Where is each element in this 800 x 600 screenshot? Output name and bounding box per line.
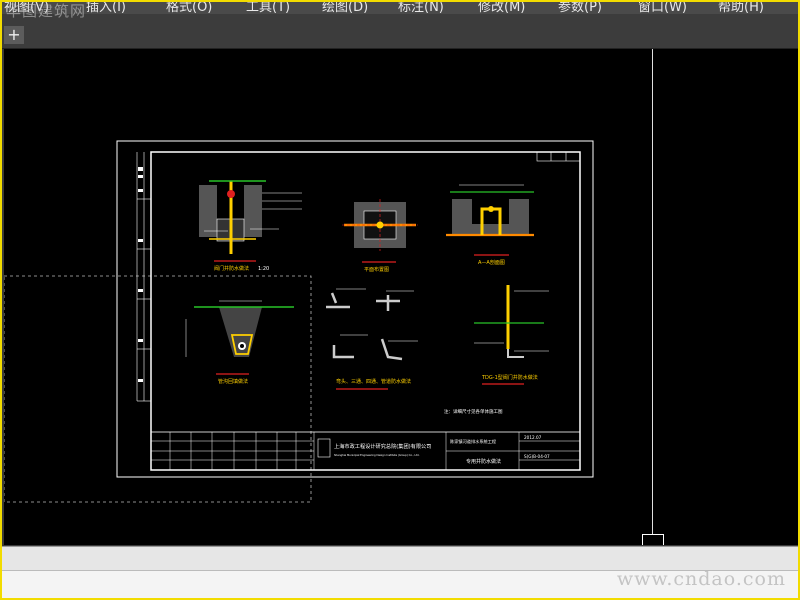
svg-text:TDG-1型阀门井防水做法: TDG-1型阀门井防水做法 — [481, 374, 538, 381]
svg-text:管沟回填做法: 管沟回填做法 — [218, 378, 248, 385]
svg-text:S(G)B-04-07: S(G)B-04-07 — [524, 454, 550, 459]
drawing-canvas[interactable]: 阀门井防水做法 1:20 平面布置图 A—A剖面图 管沟回填做法 弯头、三通、四… — [4, 49, 798, 545]
menu-help[interactable]: 帮助(H) — [718, 0, 764, 14]
svg-text:A—A剖面图: A—A剖面图 — [478, 259, 505, 266]
detail-trench-backfill: 管沟回填做法 — [185, 300, 294, 385]
menu-format[interactable]: 格式(O) — [166, 0, 212, 14]
selection-window — [4, 275, 312, 503]
cursor-pickbox — [642, 534, 664, 545]
menu-dimension[interactable]: 标注(N) — [398, 0, 444, 14]
svg-text:阀门井防水做法: 阀门井防水做法 — [214, 265, 249, 272]
menu-parametric[interactable]: 参数(P) — [558, 0, 602, 14]
menu-window[interactable]: 窗口(W) — [638, 0, 687, 14]
new-tab-plus-icon[interactable]: + — [4, 26, 24, 44]
detail-bends-tees — [326, 292, 403, 361]
sheet-tag — [536, 151, 581, 162]
svg-text:上海市政工程设计研究总院(集团)有限公司: 上海市政工程设计研究总院(集团)有限公司 — [334, 442, 431, 450]
menu-tools[interactable]: 工具(T) — [246, 0, 290, 14]
svg-text:弯头、三通、四通、管道防水做法: 弯头、三通、四通、管道防水做法 — [336, 378, 411, 385]
detail-section-aa: A—A剖面图 — [446, 184, 534, 266]
footer-watermark: www.cndao.com — [616, 568, 786, 590]
detail-tdg1-well: TDG-1型阀门井防水做法 注：详细尺寸见各单体施工图 — [444, 285, 549, 415]
menu-bar: 视图(V) 插入(I) 格式(O) 工具(T) 绘图(D) 标注(N) 修改(M… — [2, 0, 798, 14]
watermark-top: 华图建筑网 — [6, 2, 87, 20]
menu-insert[interactable]: 插入(I) — [86, 0, 126, 14]
menu-modify[interactable]: 修改(M) — [478, 0, 525, 14]
detail-bends-tees-notes: 弯头、三通、四通、管道防水做法 — [336, 288, 418, 390]
svg-text:专用井防水做法: 专用井防水做法 — [466, 458, 501, 465]
detail-valve-well: 阀门井防水做法 1:20 — [199, 180, 302, 272]
file-tab-bar: + — [2, 14, 798, 49]
svg-text:Shanghai Municipal Engineering: Shanghai Municipal Engineering Design In… — [334, 453, 420, 457]
svg-text:2012.07: 2012.07 — [524, 435, 542, 440]
crosshair-vertical — [652, 49, 653, 545]
svg-text:陈家镇河道排水系统工程: 陈家镇河道排水系统工程 — [450, 438, 497, 445]
detail-plan-layout: 平面布置图 — [342, 199, 418, 273]
title-block: 上海市政工程设计研究总院(集团)有限公司 Shanghai Municipal … — [150, 431, 581, 471]
svg-text:平面布置图: 平面布置图 — [364, 266, 389, 273]
menu-draw[interactable]: 绘图(D) — [322, 0, 368, 14]
svg-text:注：详细尺寸见各单体施工图: 注：详细尺寸见各单体施工图 — [444, 408, 503, 415]
svg-text:1:20: 1:20 — [258, 266, 269, 272]
